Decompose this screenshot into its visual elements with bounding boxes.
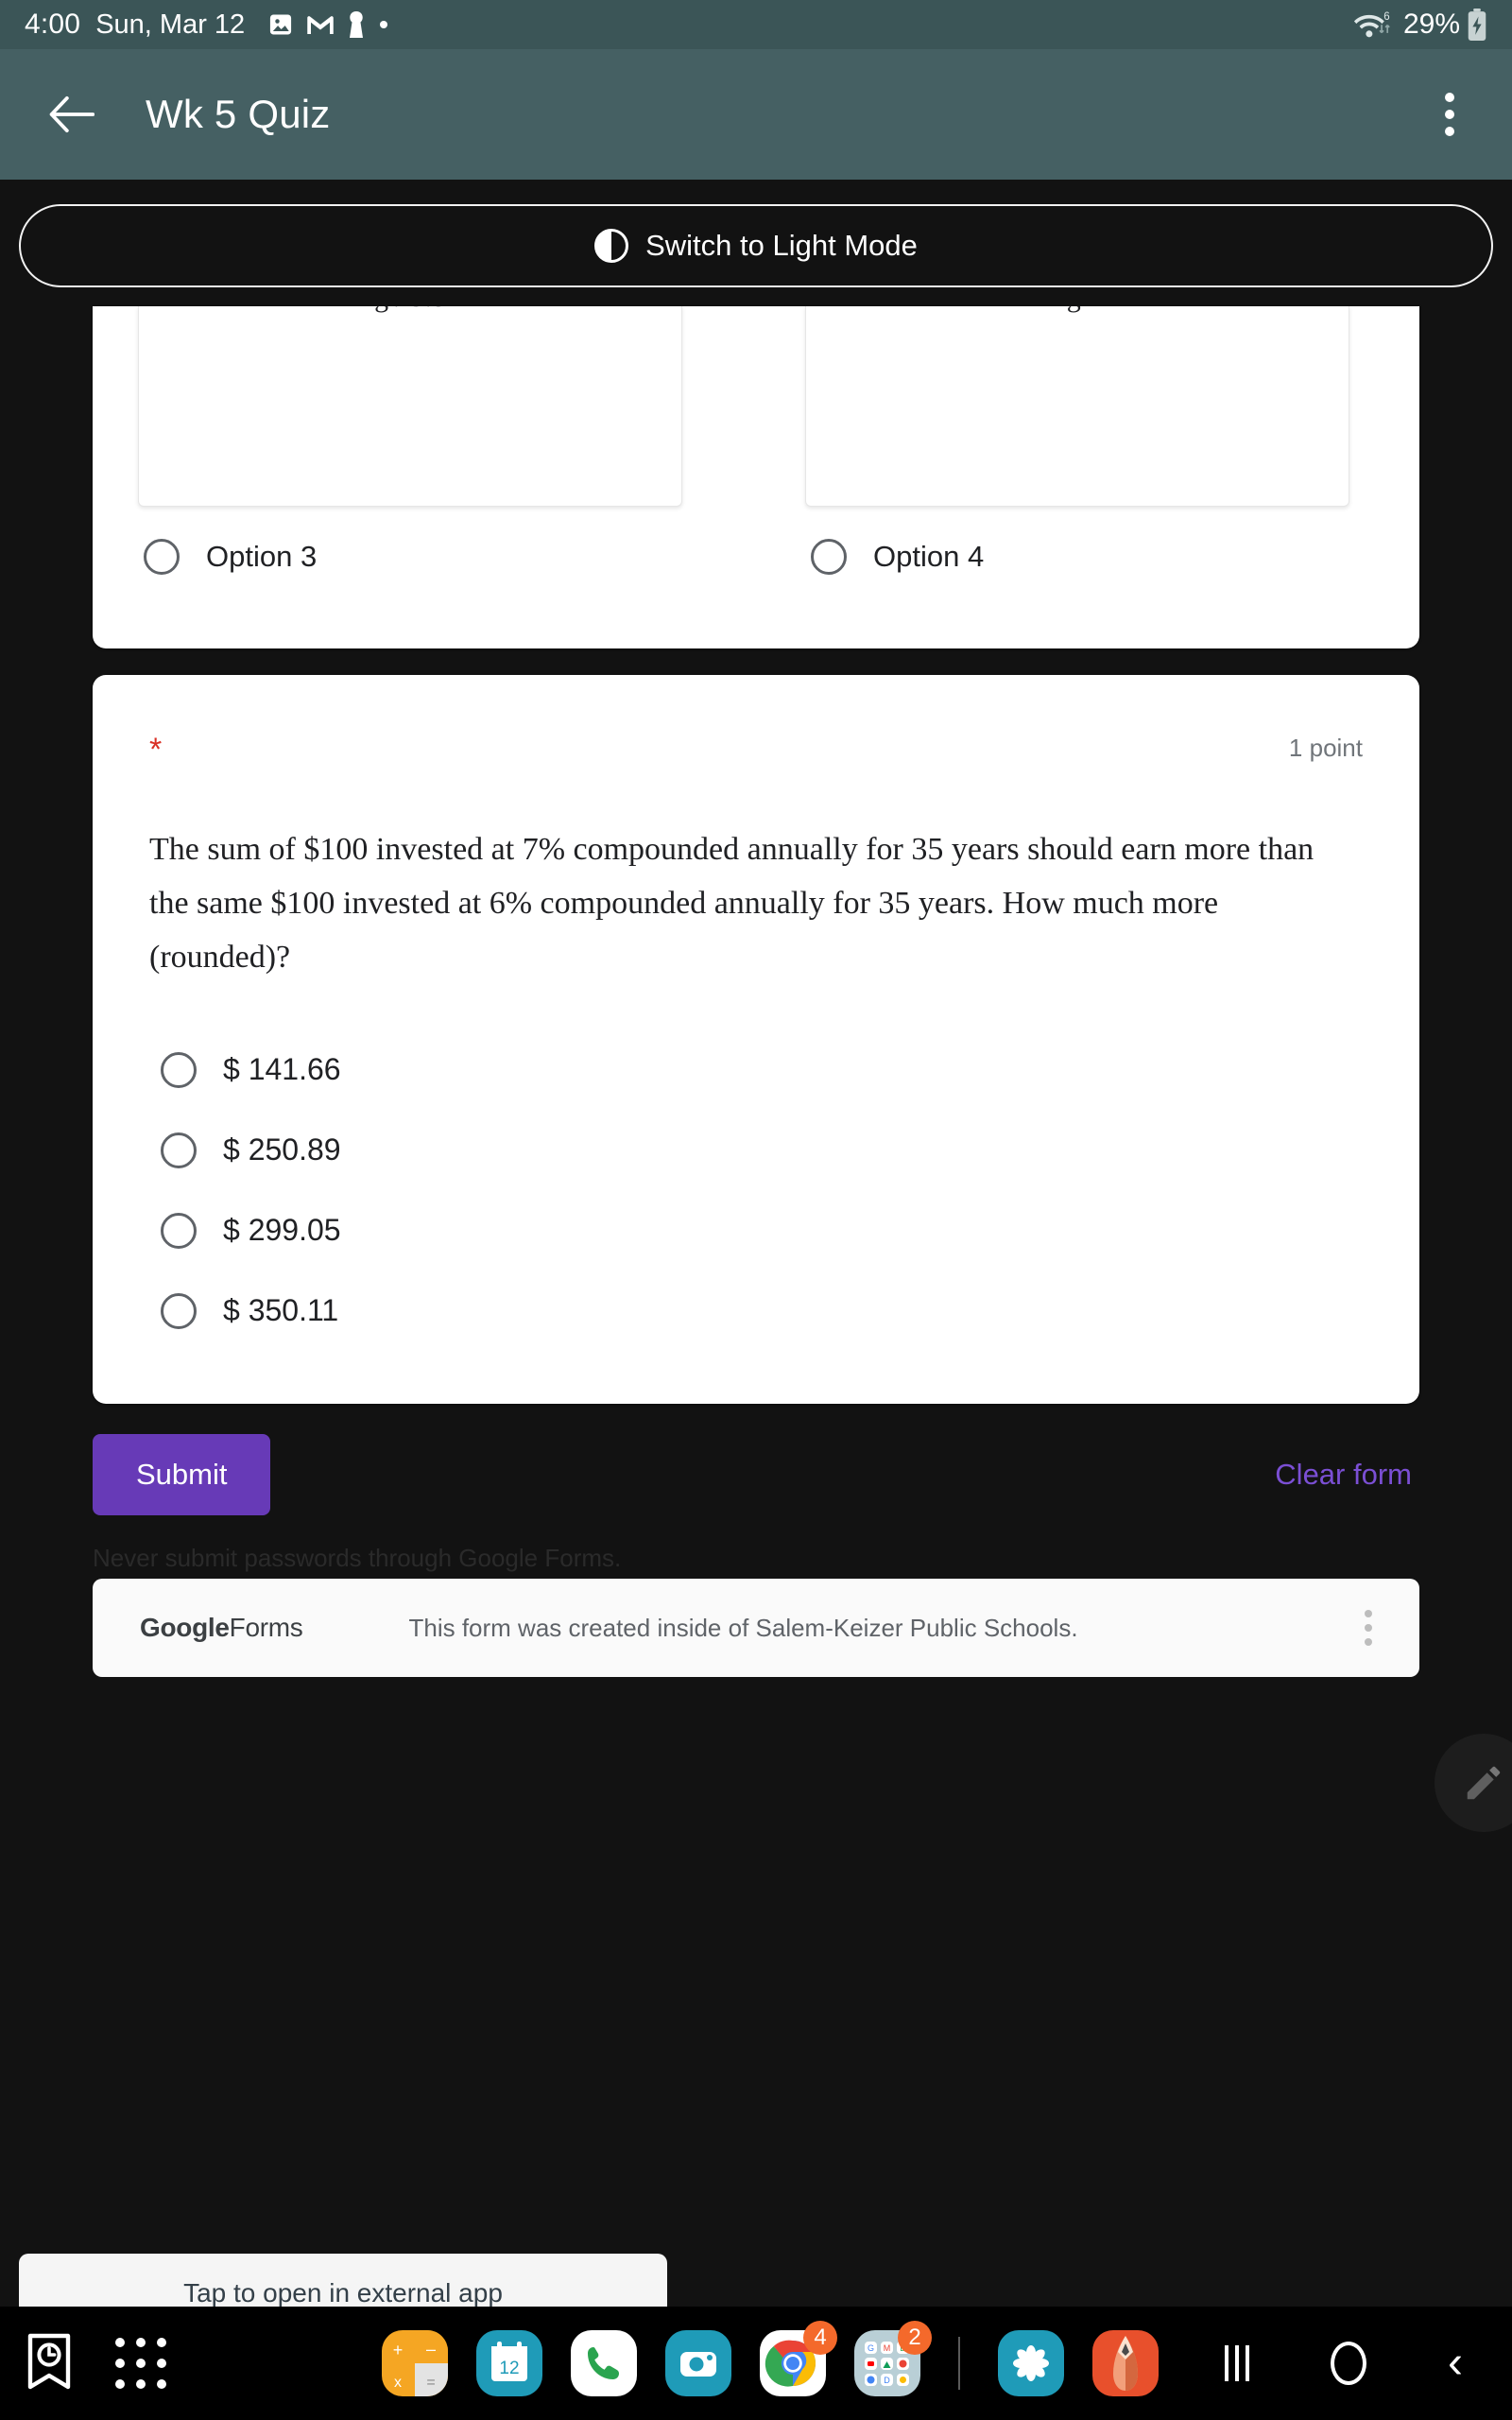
status-time: 4:00 [25, 9, 81, 40]
clock-bookmark-icon[interactable] [25, 2332, 74, 2395]
password-disclaimer: Never submit passwords through Google Fo… [93, 1544, 622, 1573]
svg-text:=: = [426, 2375, 435, 2391]
form-actions: Submit Clear form [93, 1434, 1419, 1516]
status-date: Sun, Mar 12 [95, 9, 246, 40]
option-label: Option 4 [873, 540, 985, 573]
system-dock: + – x = 12 4 G M D 2 ‹ [0, 2307, 1512, 2420]
status-notification-icons [267, 11, 389, 38]
more-vertical-icon[interactable] [1365, 1610, 1372, 1647]
radio-button[interactable] [161, 1132, 197, 1168]
svg-text:x: x [394, 2375, 402, 2391]
answer-option-3[interactable]: $ 299.05 [149, 1190, 1363, 1270]
answer-option-4[interactable]: $ 350.11 [149, 1270, 1363, 1351]
option-4-image: kg x [805, 306, 1349, 507]
keyhole-icon [347, 11, 366, 38]
answer-label: $ 350.11 [223, 1293, 339, 1328]
page-title: Wk 5 Quiz [146, 92, 331, 136]
previous-option-3[interactable]: Option 3 [144, 539, 688, 575]
home-icon[interactable] [1331, 2342, 1367, 2385]
back-icon[interactable]: ‹ [1448, 2341, 1463, 2386]
previous-question-card: kg / 9.81 kg x Option 3 Option 4 [93, 306, 1419, 648]
radio-button[interactable] [811, 539, 847, 575]
samsung-gallery-icon[interactable] [998, 2330, 1065, 2396]
radio-button[interactable] [161, 1212, 197, 1249]
dock-left-group [25, 2332, 166, 2395]
question-text: The sum of $100 invested at 7% compounde… [149, 832, 1314, 976]
phone-app-icon[interactable] [571, 2330, 638, 2396]
photos-icon [267, 11, 294, 38]
battery-percent: 29% [1402, 9, 1460, 40]
switch-to-light-mode-button[interactable]: Switch to Light Mode [19, 204, 1493, 287]
svg-text:+: + [393, 2341, 404, 2360]
app-grid-icon[interactable] [115, 2338, 166, 2389]
google-form: kg / 9.81 kg x Option 3 Option 4 [0, 306, 1512, 1678]
answer-label: $ 299.05 [223, 1213, 341, 1248]
option-label: Option 3 [206, 540, 318, 573]
radio-button[interactable] [144, 539, 180, 575]
wifi-icon: 6 [1353, 9, 1397, 41]
radio-button[interactable] [161, 1051, 197, 1088]
contrast-icon [594, 229, 629, 263]
option-3-cut-text: kg / 9.81 [360, 306, 460, 314]
status-bar-right: 6 29% [1353, 9, 1487, 41]
dot-icon [378, 19, 389, 30]
radio-button[interactable] [161, 1292, 197, 1329]
answer-label: $ 141.66 [223, 1052, 341, 1087]
android-nav-buttons: ‹ [1225, 2341, 1487, 2386]
dock-divider [958, 2337, 961, 2390]
battery-charging-icon [1467, 9, 1487, 41]
svg-text:M: M [884, 2343, 891, 2353]
previous-options-row: Option 3 Option 4 [138, 539, 1374, 575]
answer-option-2[interactable]: $ 250.89 [149, 1110, 1363, 1190]
answer-options: $ 141.66 $ 250.89 $ 299.05 $ 350.11 [149, 1029, 1363, 1351]
pencil-icon[interactable] [1435, 1734, 1512, 1832]
svg-text:G: G [868, 2343, 874, 2353]
google-forms-footer: GoogleForms This form was created inside… [93, 1579, 1419, 1678]
svg-text:–: – [426, 2340, 436, 2359]
answer-option-1[interactable]: $ 141.66 [149, 1029, 1363, 1110]
submit-button[interactable]: Submit [93, 1434, 271, 1516]
app-bar: Wk 5 Quiz [0, 49, 1512, 180]
notification-badge: 2 [898, 2321, 933, 2355]
clear-form-button[interactable]: Clear form [1267, 1444, 1419, 1505]
option-3-image: kg / 9.81 [138, 306, 682, 507]
image-options-row: kg / 9.81 kg x [138, 306, 1374, 507]
google-forms-logo: GoogleForms [140, 1613, 303, 1643]
pencil-app-icon[interactable] [1092, 2330, 1160, 2396]
status-bar: 4:00 Sun, Mar 12 6 29% [0, 0, 1512, 49]
question-meta: * 1 point [149, 734, 1363, 771]
camera-app-icon[interactable] [665, 2330, 732, 2396]
required-marker: * [149, 732, 163, 768]
dock-app-icons: + – x = 12 4 G M D 2 [382, 2321, 1160, 2396]
svg-text:D: D [884, 2376, 890, 2385]
option-4-cut-text: kg x [1053, 306, 1103, 314]
calculator-app-icon[interactable]: + – x = [382, 2330, 449, 2396]
google-wordmark: Google [140, 1613, 230, 1643]
status-bar-left: 4:00 Sun, Mar 12 [25, 9, 389, 41]
svg-text:12: 12 [499, 2359, 519, 2378]
answer-label: $ 250.89 [223, 1132, 341, 1167]
google-folder-icon[interactable]: G M D D 2 [854, 2321, 933, 2396]
phone-screen: 4:00 Sun, Mar 12 6 29% Wk 5 Quiz Switch … [0, 0, 1512, 2420]
switch-mode-label: Switch to Light Mode [645, 229, 918, 262]
previous-option-4[interactable]: Option 4 [811, 539, 1355, 575]
forms-wordmark: Forms [229, 1613, 303, 1643]
gmail-icon [306, 13, 335, 36]
recents-icon[interactable] [1225, 2345, 1250, 2381]
calendar-app-icon[interactable]: 12 [476, 2330, 543, 2396]
forms-origin-note: This form was created inside of Salem-Ke… [408, 1613, 1078, 1642]
back-arrow-icon[interactable] [45, 88, 98, 141]
notification-badge: 4 [803, 2321, 838, 2355]
points-label: 1 point [1288, 734, 1363, 762]
question-card: * 1 point The sum of $100 invested at 7%… [93, 675, 1419, 1405]
chrome-app-icon[interactable]: 4 [760, 2321, 838, 2396]
svg-text:6: 6 [1383, 11, 1389, 23]
overflow-menu-icon[interactable] [1421, 81, 1478, 147]
webview-content: Switch to Light Mode kg / 9.81 kg x Opti… [0, 180, 1512, 2420]
